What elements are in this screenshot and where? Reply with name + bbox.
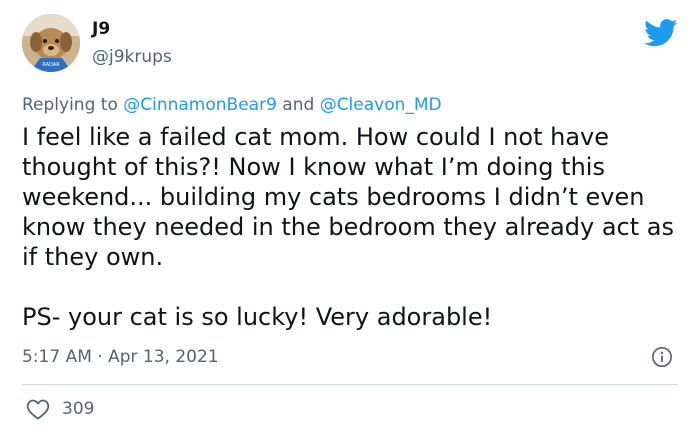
like-button[interactable]: 309 (26, 398, 94, 420)
tweet-timestamp[interactable]: 5:17 AM · Apr 13, 2021 (22, 346, 219, 368)
divider (22, 384, 678, 385)
tweet-body: I feel like a failed cat mom. How could … (22, 122, 682, 332)
avatar[interactable]: RADAR (22, 14, 80, 72)
dog-avatar-icon: RADAR (22, 14, 80, 72)
reply-context: Replying to @CinnamonBear9 and @Cleavon_… (22, 94, 442, 116)
display-name[interactable]: J9 (92, 19, 110, 39)
info-icon[interactable] (651, 346, 673, 368)
tweet-paragraph: PS- your cat is so lucky! Very adorable! (22, 303, 493, 331)
heart-icon (26, 398, 50, 420)
tweet-paragraph: I feel like a failed cat mom. How could … (22, 123, 674, 271)
user-handle[interactable]: @j9krups (92, 47, 172, 67)
twitter-bird-icon[interactable] (644, 19, 678, 47)
like-count: 309 (62, 399, 95, 419)
tweet-card: RADAR J9 @j9krups Replying to @CinnamonB… (0, 0, 700, 439)
mention-link[interactable]: @Cleavon_MD (320, 95, 442, 115)
mention-link[interactable]: @CinnamonBear9 (123, 95, 277, 115)
reply-prefix: Replying to (22, 95, 124, 115)
svg-text:RADAR: RADAR (42, 62, 60, 68)
reply-joiner: and (276, 95, 320, 115)
